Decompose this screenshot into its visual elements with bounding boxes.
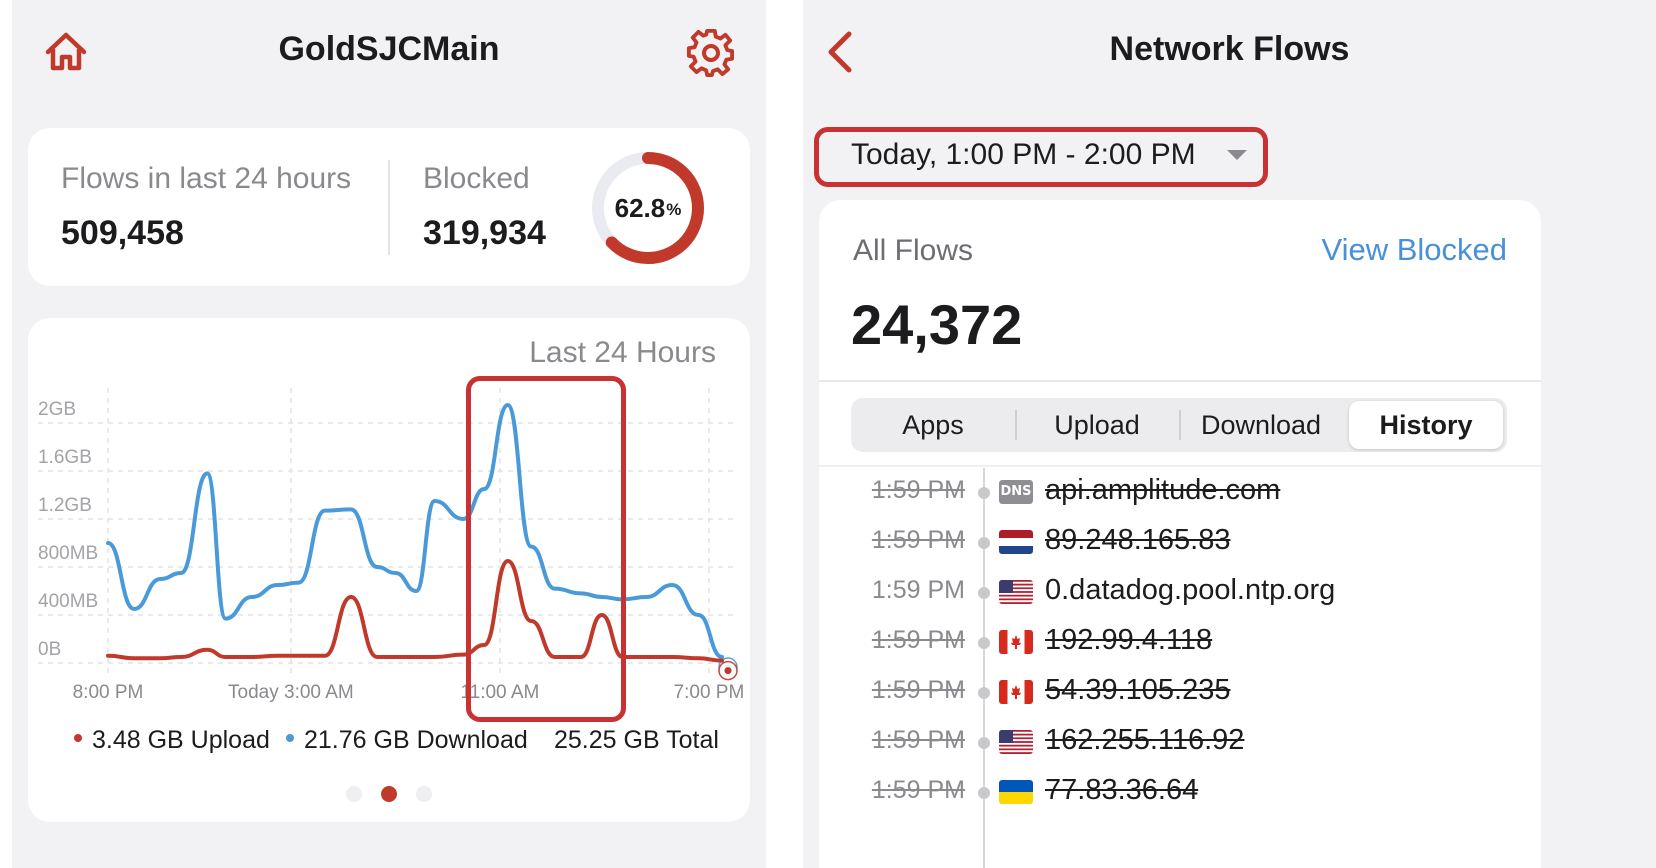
timeline-dot	[978, 787, 990, 799]
legend-upload: 3.48 GB Upload	[74, 726, 270, 755]
timeline-dot	[978, 537, 990, 549]
traffic-line-chart[interactable]: 0B 400MB 800MB 1.2GB 1.6GB 2GB 8:00 PM Today 3:…	[28, 318, 750, 718]
chart-legend: 3.48 GB Upload 21.76 GB Download 25.25 G…	[28, 726, 750, 758]
flow-row[interactable]: 1:59 PM 77.83.36.64	[819, 766, 1541, 816]
flows-value: 509,458	[61, 214, 184, 252]
flow-row[interactable]: 1:59 PM 54.39.105.235	[819, 666, 1541, 716]
timeline-dot	[978, 637, 990, 649]
page-indicator[interactable]	[28, 786, 750, 802]
dns-badge-label: DNS	[999, 480, 1033, 504]
timeline-dot	[978, 587, 990, 599]
x-tick-label: 7:00 PM	[674, 682, 745, 703]
timeline-dot	[978, 737, 990, 749]
all-flows-label: All Flows	[853, 234, 974, 267]
blocked-label: Blocked	[423, 162, 530, 195]
device-title: GoldSJCMain	[278, 30, 500, 68]
tab-history[interactable]: History	[1349, 401, 1503, 449]
y-tick-label: 400MB	[38, 591, 98, 612]
time-range-value: Today, 1:00 PM - 2:00 PM	[851, 138, 1196, 171]
view-blocked-link[interactable]: View Blocked	[1321, 232, 1507, 268]
page-title: Network Flows	[1109, 30, 1350, 68]
stats-card: Flows in last 24 hours 509,458 Blocked 3…	[28, 128, 750, 286]
legend-download: 21.76 GB Download	[286, 726, 528, 755]
flow-host: 162.255.116.92	[1045, 724, 1245, 756]
dns-icon: DNS	[999, 480, 1033, 504]
timeline-dot	[978, 487, 990, 499]
download-series-line	[106, 403, 724, 659]
percent-sign: %	[666, 200, 682, 219]
blocked-percent: 62.8%	[588, 148, 708, 268]
flow-row[interactable]: 1:59 PM 162.255.116.92	[819, 716, 1541, 766]
flow-time: 1:59 PM	[871, 726, 965, 754]
flow-host: 192.99.4.118	[1045, 624, 1213, 656]
flow-row[interactable]: 1:59 PM DNS api.amplitude.com	[819, 466, 1541, 516]
upload-end-marker	[724, 667, 732, 675]
flag-usa-icon	[999, 730, 1033, 754]
upload-dot	[74, 734, 82, 743]
stats-divider	[388, 160, 390, 255]
all-flows-count: 24,372	[851, 293, 1023, 356]
tab-apps[interactable]: Apps	[851, 398, 1015, 452]
flow-row[interactable]: 1:59 PM 89.248.165.83	[819, 516, 1541, 566]
flow-time: 1:59 PM	[871, 776, 965, 804]
upload-series-line	[106, 559, 724, 663]
device-dashboard-screen: GoldSJCMain Flows in last 24 hours 509,4…	[12, 0, 766, 868]
legend-download-label: 21.76 GB Download	[304, 726, 528, 754]
flow-host: 77.83.36.64	[1045, 774, 1199, 806]
traffic-chart-card[interactable]: Last 24 Hours 0B 400MB 800MB 1.2GB 1.6GB 2GB 8…	[28, 318, 750, 822]
x-tick-label: 11:00 AM	[460, 682, 539, 703]
flows-card: All Flows View Blocked 24,372 Apps Uploa…	[819, 200, 1541, 868]
y-tick-label: 1.2GB	[38, 495, 92, 516]
flow-time: 1:59 PM	[871, 626, 965, 654]
network-flows-screen: Network Flows Today, 1:00 PM - 2:00 PM A…	[803, 0, 1656, 868]
flag-ukraine-icon	[999, 780, 1033, 804]
flow-time: 1:59 PM	[871, 676, 965, 704]
flow-host: 0.datadog.pool.ntp.org	[1045, 574, 1336, 606]
flow-host: 54.39.105.235	[1045, 674, 1231, 706]
flows-label: Flows in last 24 hours	[61, 162, 352, 195]
tab-download[interactable]: Download	[1179, 398, 1343, 452]
flag-usa-icon	[999, 580, 1033, 604]
flow-row[interactable]: 1:59 PM 192.99.4.118	[819, 616, 1541, 666]
flag-canada-icon	[999, 630, 1033, 654]
x-tick-label: 8:00 PM	[73, 682, 144, 703]
timeline-dot	[978, 687, 990, 699]
y-tick-label: 2GB	[38, 399, 76, 420]
chevron-down-icon	[1227, 150, 1247, 160]
y-tick-label: 800MB	[38, 543, 98, 564]
legend-total: 25.25 GB Total	[554, 726, 719, 755]
x-tick-label: Today 3:00 AM	[228, 682, 354, 703]
divider	[819, 380, 1541, 382]
blocked-value: 319,934	[423, 214, 546, 252]
flow-row[interactable]: 1:59 PM 0.datadog.pool.ntp.org	[819, 566, 1541, 616]
page-dot-2[interactable]	[381, 786, 397, 802]
legend-upload-label: 3.48 GB Upload	[92, 726, 270, 754]
flag-netherlands-icon	[999, 530, 1033, 554]
y-tick-label: 1.6GB	[38, 447, 92, 468]
y-tick-label: 0B	[38, 639, 61, 660]
flows-tab-control[interactable]: Apps Upload Download History	[851, 398, 1507, 452]
blocked-percent-value: 62.8	[614, 192, 666, 223]
flow-host: api.amplitude.com	[1045, 474, 1281, 506]
flow-host: 89.248.165.83	[1045, 524, 1231, 556]
flow-time: 1:59 PM	[871, 526, 965, 554]
legend-total-label: 25.25 GB Total	[554, 726, 719, 754]
download-dot	[286, 734, 294, 743]
flow-time: 1:59 PM	[871, 476, 965, 504]
time-range-dropdown[interactable]: Today, 1:00 PM - 2:00 PM	[839, 134, 1259, 180]
tab-upload[interactable]: Upload	[1015, 398, 1179, 452]
gear-icon[interactable]	[686, 28, 736, 78]
page-dot-3[interactable]	[416, 786, 432, 802]
flow-time: 1:59 PM	[871, 576, 965, 604]
flag-canada-icon	[999, 680, 1033, 704]
page-dot-1[interactable]	[346, 786, 362, 802]
